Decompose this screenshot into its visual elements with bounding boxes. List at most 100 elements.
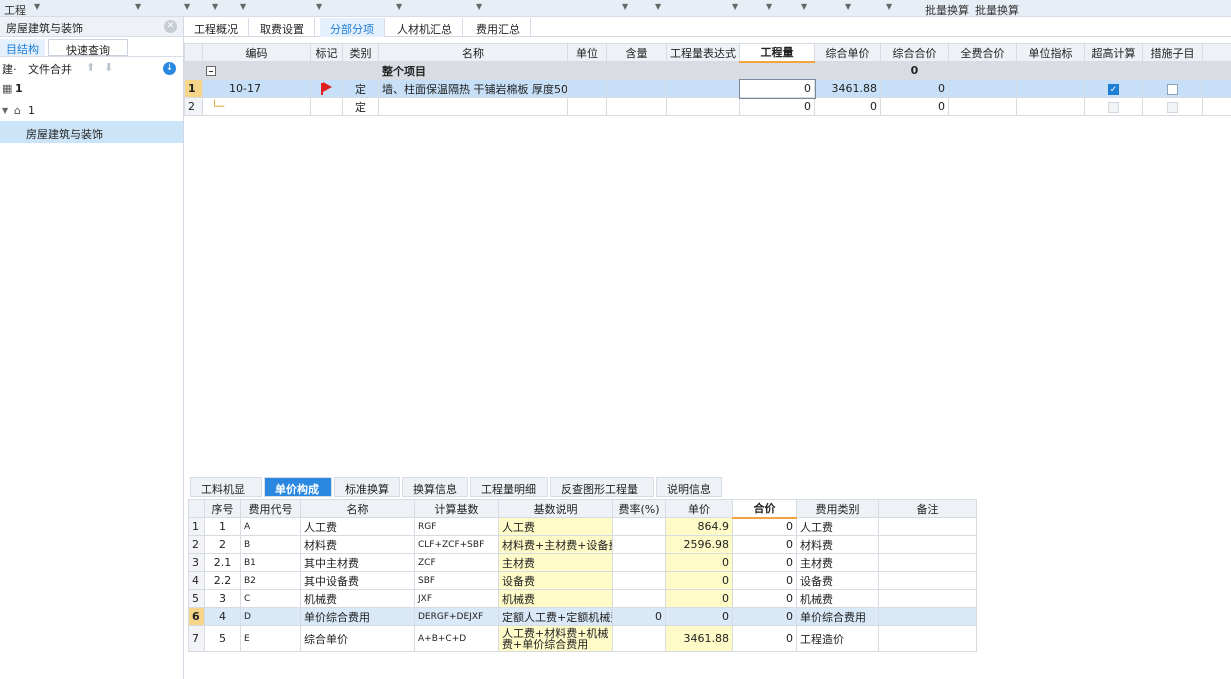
cost-remark[interactable]	[878, 625, 977, 652]
tab-structure[interactable]: 目结构	[0, 39, 45, 56]
cost-remark[interactable]	[878, 589, 977, 608]
col-header-code[interactable]: 编码	[202, 43, 311, 62]
chevron-down-icon[interactable]: ▼	[766, 2, 772, 11]
cost-rate[interactable]	[612, 553, 666, 572]
cost-category[interactable]: 主材费	[796, 553, 879, 572]
tab-quick-query[interactable]: 快速查询	[48, 39, 128, 57]
tab-standard-conversion[interactable]: 标准换算	[334, 477, 400, 497]
col-header-qty-expr[interactable]: 工程量表达式	[666, 43, 740, 62]
col-header-overheight[interactable]: 超高计算	[1084, 43, 1143, 62]
cost-category[interactable]: 单价综合费用	[796, 607, 879, 626]
col-header-unit[interactable]: 单位	[567, 43, 607, 62]
cost-row[interactable]: 4 2.2 B2 其中设备费 SBF 设备费 0 0 设备费	[188, 571, 977, 590]
tab-sub-items[interactable]: 分部分项	[320, 18, 385, 37]
chevron-down-icon[interactable]: ▼	[732, 2, 738, 11]
chevron-down-icon[interactable]: ▼	[212, 2, 218, 11]
cost-code[interactable]: B	[240, 535, 301, 554]
group-collapse-cell[interactable]	[202, 61, 311, 80]
measure-checkbox[interactable]	[1142, 79, 1203, 98]
chevron-down-icon[interactable]: ▼	[845, 2, 851, 11]
cost-calc-base[interactable]: ZCF	[414, 553, 499, 572]
cost-seq[interactable]: 2.1	[204, 553, 241, 572]
cost-code[interactable]: A	[240, 517, 301, 536]
col-header-base-desc[interactable]: 基数说明	[498, 499, 613, 518]
chevron-down-icon[interactable]: ▼	[240, 2, 246, 11]
col-header-type[interactable]: 类别	[342, 43, 379, 62]
table-row[interactable]: 2 └─ 定 0 0 0	[184, 97, 1231, 116]
cost-rate[interactable]: 0	[612, 607, 666, 626]
row-quantity-input[interactable]: 0	[738, 78, 816, 99]
cost-seq[interactable]: 4	[204, 607, 241, 626]
tab-quantity-detail[interactable]: 工程量明细	[470, 477, 548, 497]
cost-rate[interactable]	[612, 535, 666, 554]
cost-row[interactable]: 3 2.1 B1 其中主材费 ZCF 主材费 0 0 主材费	[188, 553, 977, 572]
col-header-content[interactable]: 含量	[606, 43, 667, 62]
cost-row[interactable]: 1 1 A 人工费 RGF 人工费 864.9 0 人工费	[188, 517, 977, 536]
chevron-down-icon[interactable]: ▼	[886, 2, 892, 11]
cost-seq[interactable]: 5	[204, 625, 241, 652]
col-header-quantity[interactable]: 工程量	[739, 43, 815, 63]
chevron-down-icon[interactable]: ▼	[34, 2, 40, 11]
cost-base-desc[interactable]: 设备费	[498, 571, 613, 590]
tab-fee-settings[interactable]: 取费设置	[250, 18, 315, 37]
table-row[interactable]: 1 10-17 定 墙、柱面保温隔热 干铺岩棉板 厚度50mm 100m2 0 …	[184, 78, 1231, 99]
batch-convert-button-2[interactable]: 批量换算	[975, 2, 1019, 18]
col-header-mark[interactable]: 标记	[310, 43, 343, 62]
cost-code[interactable]: D	[240, 607, 301, 626]
cost-name[interactable]: 其中设备费	[300, 571, 415, 590]
overheight-checkbox[interactable]: ✓	[1084, 79, 1143, 98]
col-header-seq[interactable]: 序号	[204, 499, 241, 518]
close-icon[interactable]: ✕	[164, 20, 177, 33]
chevron-down-icon[interactable]: ▼	[476, 2, 482, 11]
row-type[interactable]: 定	[342, 79, 379, 98]
cost-name[interactable]: 其中主材费	[300, 553, 415, 572]
col-header-fee-category[interactable]: 费用类别	[796, 499, 879, 518]
cost-base-desc[interactable]: 材料费+主材费+设备费	[498, 535, 613, 554]
arrow-up-icon[interactable]: ⬆	[86, 61, 95, 74]
cost-name[interactable]: 材料费	[300, 535, 415, 554]
expand-icon[interactable]: ▼	[2, 106, 8, 115]
cost-row[interactable]: 5 3 C 机械费 JXF 机械费 0 0 机械费	[188, 589, 977, 608]
cost-calc-base[interactable]: RGF	[414, 517, 499, 536]
col-header-calc-base[interactable]: 计算基数	[414, 499, 499, 518]
cost-remark[interactable]	[878, 553, 977, 572]
cost-remark[interactable]	[878, 607, 977, 626]
group-row[interactable]: 整个项目 0	[184, 61, 1231, 80]
tree-item-building-decoration[interactable]: 房屋建筑与装饰	[0, 121, 183, 143]
tab-project-overview[interactable]: 工程概况	[184, 18, 249, 37]
cost-base-desc[interactable]: 人工费+材料费+机械费+单价综合费用	[498, 625, 613, 652]
cost-category[interactable]: 设备费	[796, 571, 879, 590]
tab-cost-summary[interactable]: 费用汇总	[466, 18, 531, 37]
col-header-total[interactable]: 合价	[732, 499, 797, 519]
col-header-name[interactable]: 名称	[378, 43, 568, 62]
cost-category[interactable]: 机械费	[796, 589, 879, 608]
cost-seq[interactable]: 2	[204, 535, 241, 554]
chevron-down-icon[interactable]: ▼	[135, 2, 141, 11]
tab-description[interactable]: 说明信息	[656, 477, 722, 497]
chevron-down-icon[interactable]: ▼	[655, 2, 661, 11]
col-header-remark[interactable]: 备注	[878, 499, 977, 518]
cost-calc-base[interactable]: DERGF+DEJXF	[414, 607, 499, 626]
cost-seq[interactable]: 1	[204, 517, 241, 536]
col-header-full-total[interactable]: 全费合价	[948, 43, 1017, 62]
cost-remark[interactable]	[878, 517, 977, 536]
row-code[interactable]: 10-17	[202, 79, 311, 98]
cost-code[interactable]: B2	[240, 571, 301, 590]
cost-row[interactable]: 6 4 D 单价综合费用 DERGF+DEJXF 定额人工费+定额机械费 0 0 0 单价综合费用	[188, 607, 977, 626]
cost-rate[interactable]	[612, 625, 666, 652]
row-mark[interactable]	[310, 97, 343, 116]
chevron-down-icon[interactable]: ▼	[622, 2, 628, 11]
collapse-icon[interactable]	[206, 66, 216, 76]
cost-row[interactable]: 2 2 B 材料费 CLF+ZCF+SBF 材料费+主材费+设备费 2596.98 0 材料费	[188, 535, 977, 554]
cost-name[interactable]: 单价综合费用	[300, 607, 415, 626]
cost-name[interactable]: 机械费	[300, 589, 415, 608]
cost-seq[interactable]: 3	[204, 589, 241, 608]
cost-row[interactable]: 7 5 E 综合单价 A+B+C+D 人工费+材料费+机械费+单价综合费用 3461.88 0…	[188, 625, 977, 652]
cost-category[interactable]: 材料费	[796, 535, 879, 554]
chevron-down-icon[interactable]: ▼	[316, 2, 322, 11]
chevron-down-icon[interactable]: ▼	[396, 2, 402, 11]
cost-name[interactable]: 人工费	[300, 517, 415, 536]
cost-calc-base[interactable]: JXF	[414, 589, 499, 608]
cost-seq[interactable]: 2.2	[204, 571, 241, 590]
chevron-down-icon[interactable]: ▼	[801, 2, 807, 11]
